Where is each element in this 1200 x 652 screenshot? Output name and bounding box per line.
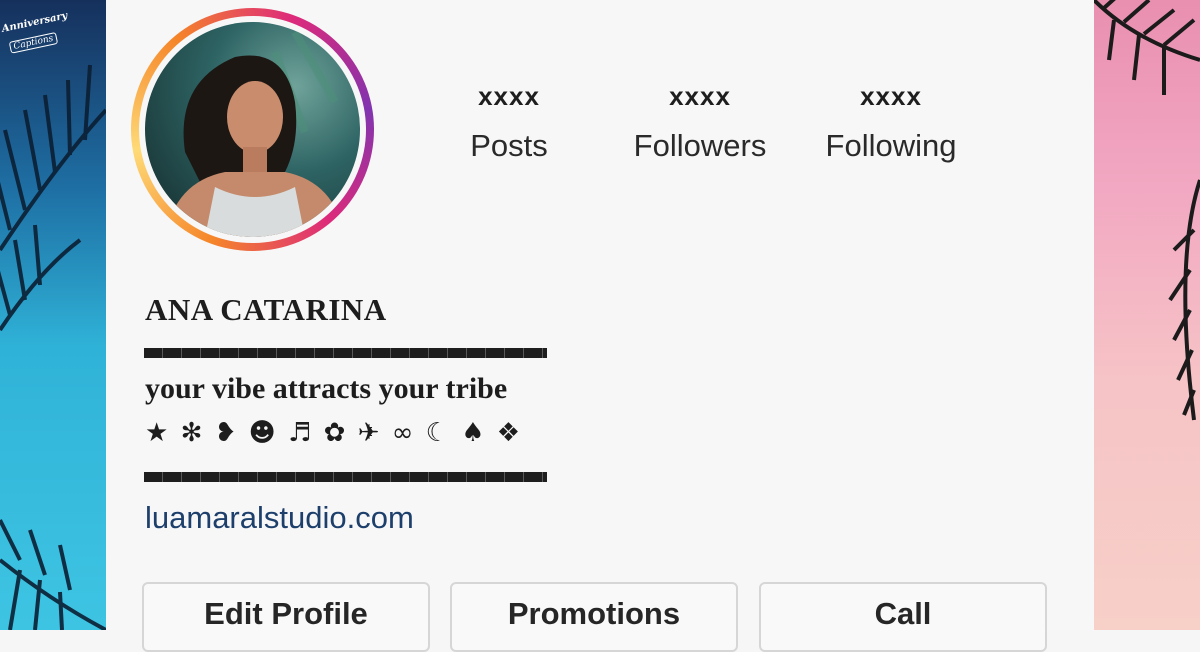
call-button[interactable]: Call [759,582,1047,652]
following-count: xxxx [860,81,922,111]
followers-count: xxxx [669,81,731,111]
stat-following[interactable]: xxxx Following [806,80,976,166]
bio-divider-bottom [144,472,547,482]
palm-leaf-graphic [0,64,106,630]
promotions-button[interactable]: Promotions [450,582,738,652]
posts-label: Posts [470,128,548,163]
bio-divider-top [144,348,547,358]
stat-posts[interactable]: xxxx Posts [424,80,594,166]
palm-leaf-graphic [1094,0,1200,421]
profile-name: ANA CATARINA [145,292,387,327]
avatar-portrait-illustration [165,22,359,237]
bio-tagline: your vibe attracts your tribe [145,372,508,405]
right-background-image [1094,0,1200,630]
followers-label: Followers [633,128,767,163]
stat-followers[interactable]: xxxx Followers [615,80,785,166]
left-background-image: Anniversary Captions [0,0,106,630]
website-link[interactable]: luamaralstudio.com [145,500,414,536]
avatar-ring-gap [139,16,366,243]
following-label: Following [825,128,957,163]
edit-profile-button[interactable]: Edit Profile [142,582,430,652]
posts-count: xxxx [478,81,540,111]
avatar-photo [145,22,360,237]
profile-avatar[interactable] [131,8,374,251]
bio-symbols: ★ ✻ ❥ ☻ ♬ ✿ ✈ ∞ ☾ ♠ ❖ [145,418,523,448]
